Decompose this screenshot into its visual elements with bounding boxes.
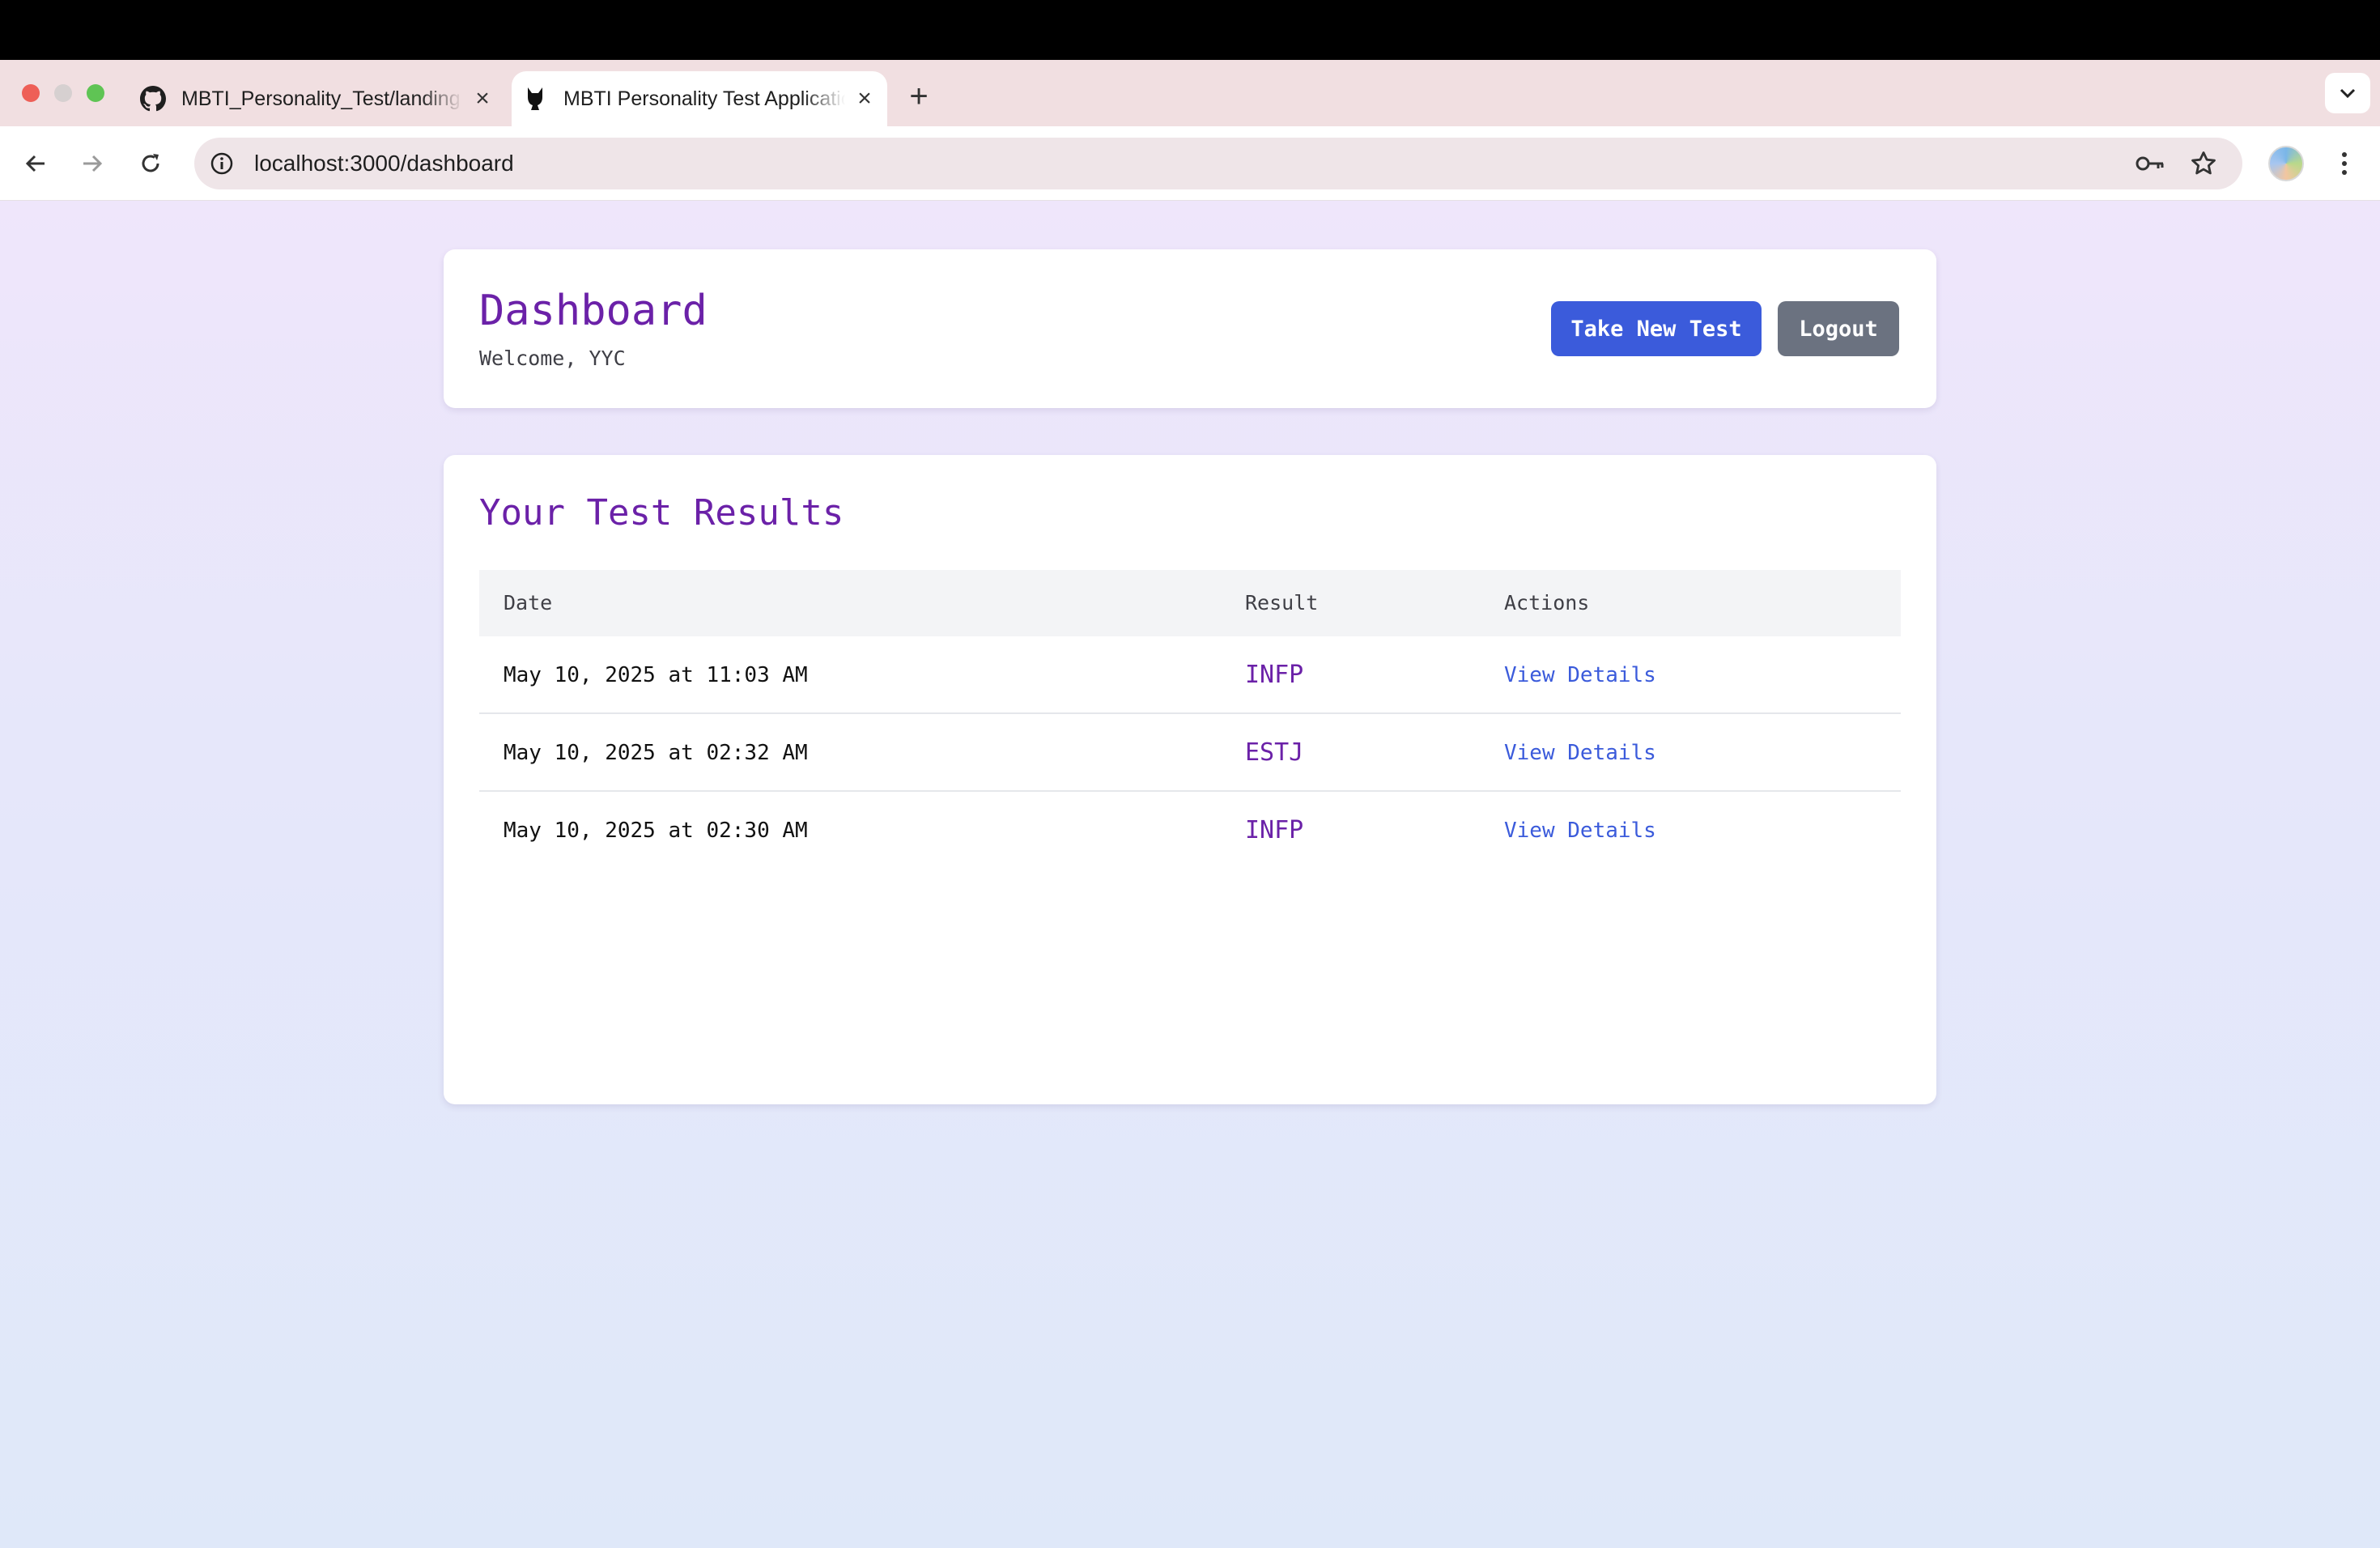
cat-icon xyxy=(521,85,549,113)
dashboard-header-card: Dashboard Welcome, YYC Take New Test Log… xyxy=(444,249,1936,408)
close-tab-icon[interactable]: × xyxy=(470,85,495,112)
tab-title: MBTI Personality Test Application xyxy=(563,87,845,110)
minimize-window-button[interactable] xyxy=(54,84,72,102)
table-row: May 10, 2025 at 11:03 AM INFP View Detai… xyxy=(479,636,1901,714)
page-viewport: Dashboard Welcome, YYC Take New Test Log… xyxy=(0,201,2380,1548)
column-header-result: Result xyxy=(1245,591,1319,615)
more-options-icon[interactable] xyxy=(2328,146,2361,181)
screen-top-bar xyxy=(0,0,2380,60)
reload-icon[interactable] xyxy=(130,142,172,185)
key-icon[interactable] xyxy=(2134,149,2166,178)
chevron-down-icon[interactable] xyxy=(2325,73,2370,113)
close-window-button[interactable] xyxy=(22,84,40,102)
logout-button[interactable]: Logout xyxy=(1778,301,1899,356)
test-results-card: Your Test Results Date Result Actions Ma… xyxy=(444,455,1936,1104)
welcome-message: Welcome, YYC xyxy=(479,347,626,370)
result-date: May 10, 2025 at 02:32 AM xyxy=(504,741,808,765)
github-icon xyxy=(139,85,167,113)
column-header-date: Date xyxy=(504,591,553,615)
table-header: Date Result Actions xyxy=(479,570,1901,636)
result-date: May 10, 2025 at 02:30 AM xyxy=(504,819,808,843)
site-info-icon[interactable] xyxy=(207,149,236,178)
view-details-link[interactable]: View Details xyxy=(1504,636,1656,714)
take-new-test-button[interactable]: Take New Test xyxy=(1551,301,1762,356)
page-title: Dashboard xyxy=(479,287,708,335)
results-title: Your Test Results xyxy=(479,492,844,534)
profile-avatar[interactable] xyxy=(2268,146,2304,181)
result-type: ESTJ xyxy=(1245,738,1304,767)
maximize-window-button[interactable] xyxy=(87,84,104,102)
tab-github[interactable]: MBTI_Personality_Test/landing × xyxy=(130,71,505,126)
table-row: May 10, 2025 at 02:32 AM ESTJ View Detai… xyxy=(479,714,1901,792)
table-row: May 10, 2025 at 02:30 AM INFP View Detai… xyxy=(479,792,1901,870)
tab-title: MBTI_Personality_Test/landing xyxy=(181,87,461,110)
close-tab-icon[interactable]: × xyxy=(852,85,878,112)
forward-arrow-icon[interactable] xyxy=(71,142,113,185)
view-details-link[interactable]: View Details xyxy=(1504,714,1656,792)
result-type: INFP xyxy=(1245,661,1304,689)
column-header-actions: Actions xyxy=(1504,591,1590,615)
results-table: Date Result Actions May 10, 2025 at 11:0… xyxy=(479,570,1901,870)
back-arrow-icon[interactable] xyxy=(15,142,57,185)
tab-mbti-app[interactable]: MBTI Personality Test Application × xyxy=(512,71,887,126)
new-tab-icon[interactable]: + xyxy=(900,78,937,115)
result-type: INFP xyxy=(1245,816,1304,844)
url-text[interactable]: localhost:3000/dashboard xyxy=(254,149,514,178)
result-date: May 10, 2025 at 11:03 AM xyxy=(504,663,808,687)
bookmark-star-icon[interactable] xyxy=(2187,147,2220,180)
view-details-link[interactable]: View Details xyxy=(1504,792,1656,870)
